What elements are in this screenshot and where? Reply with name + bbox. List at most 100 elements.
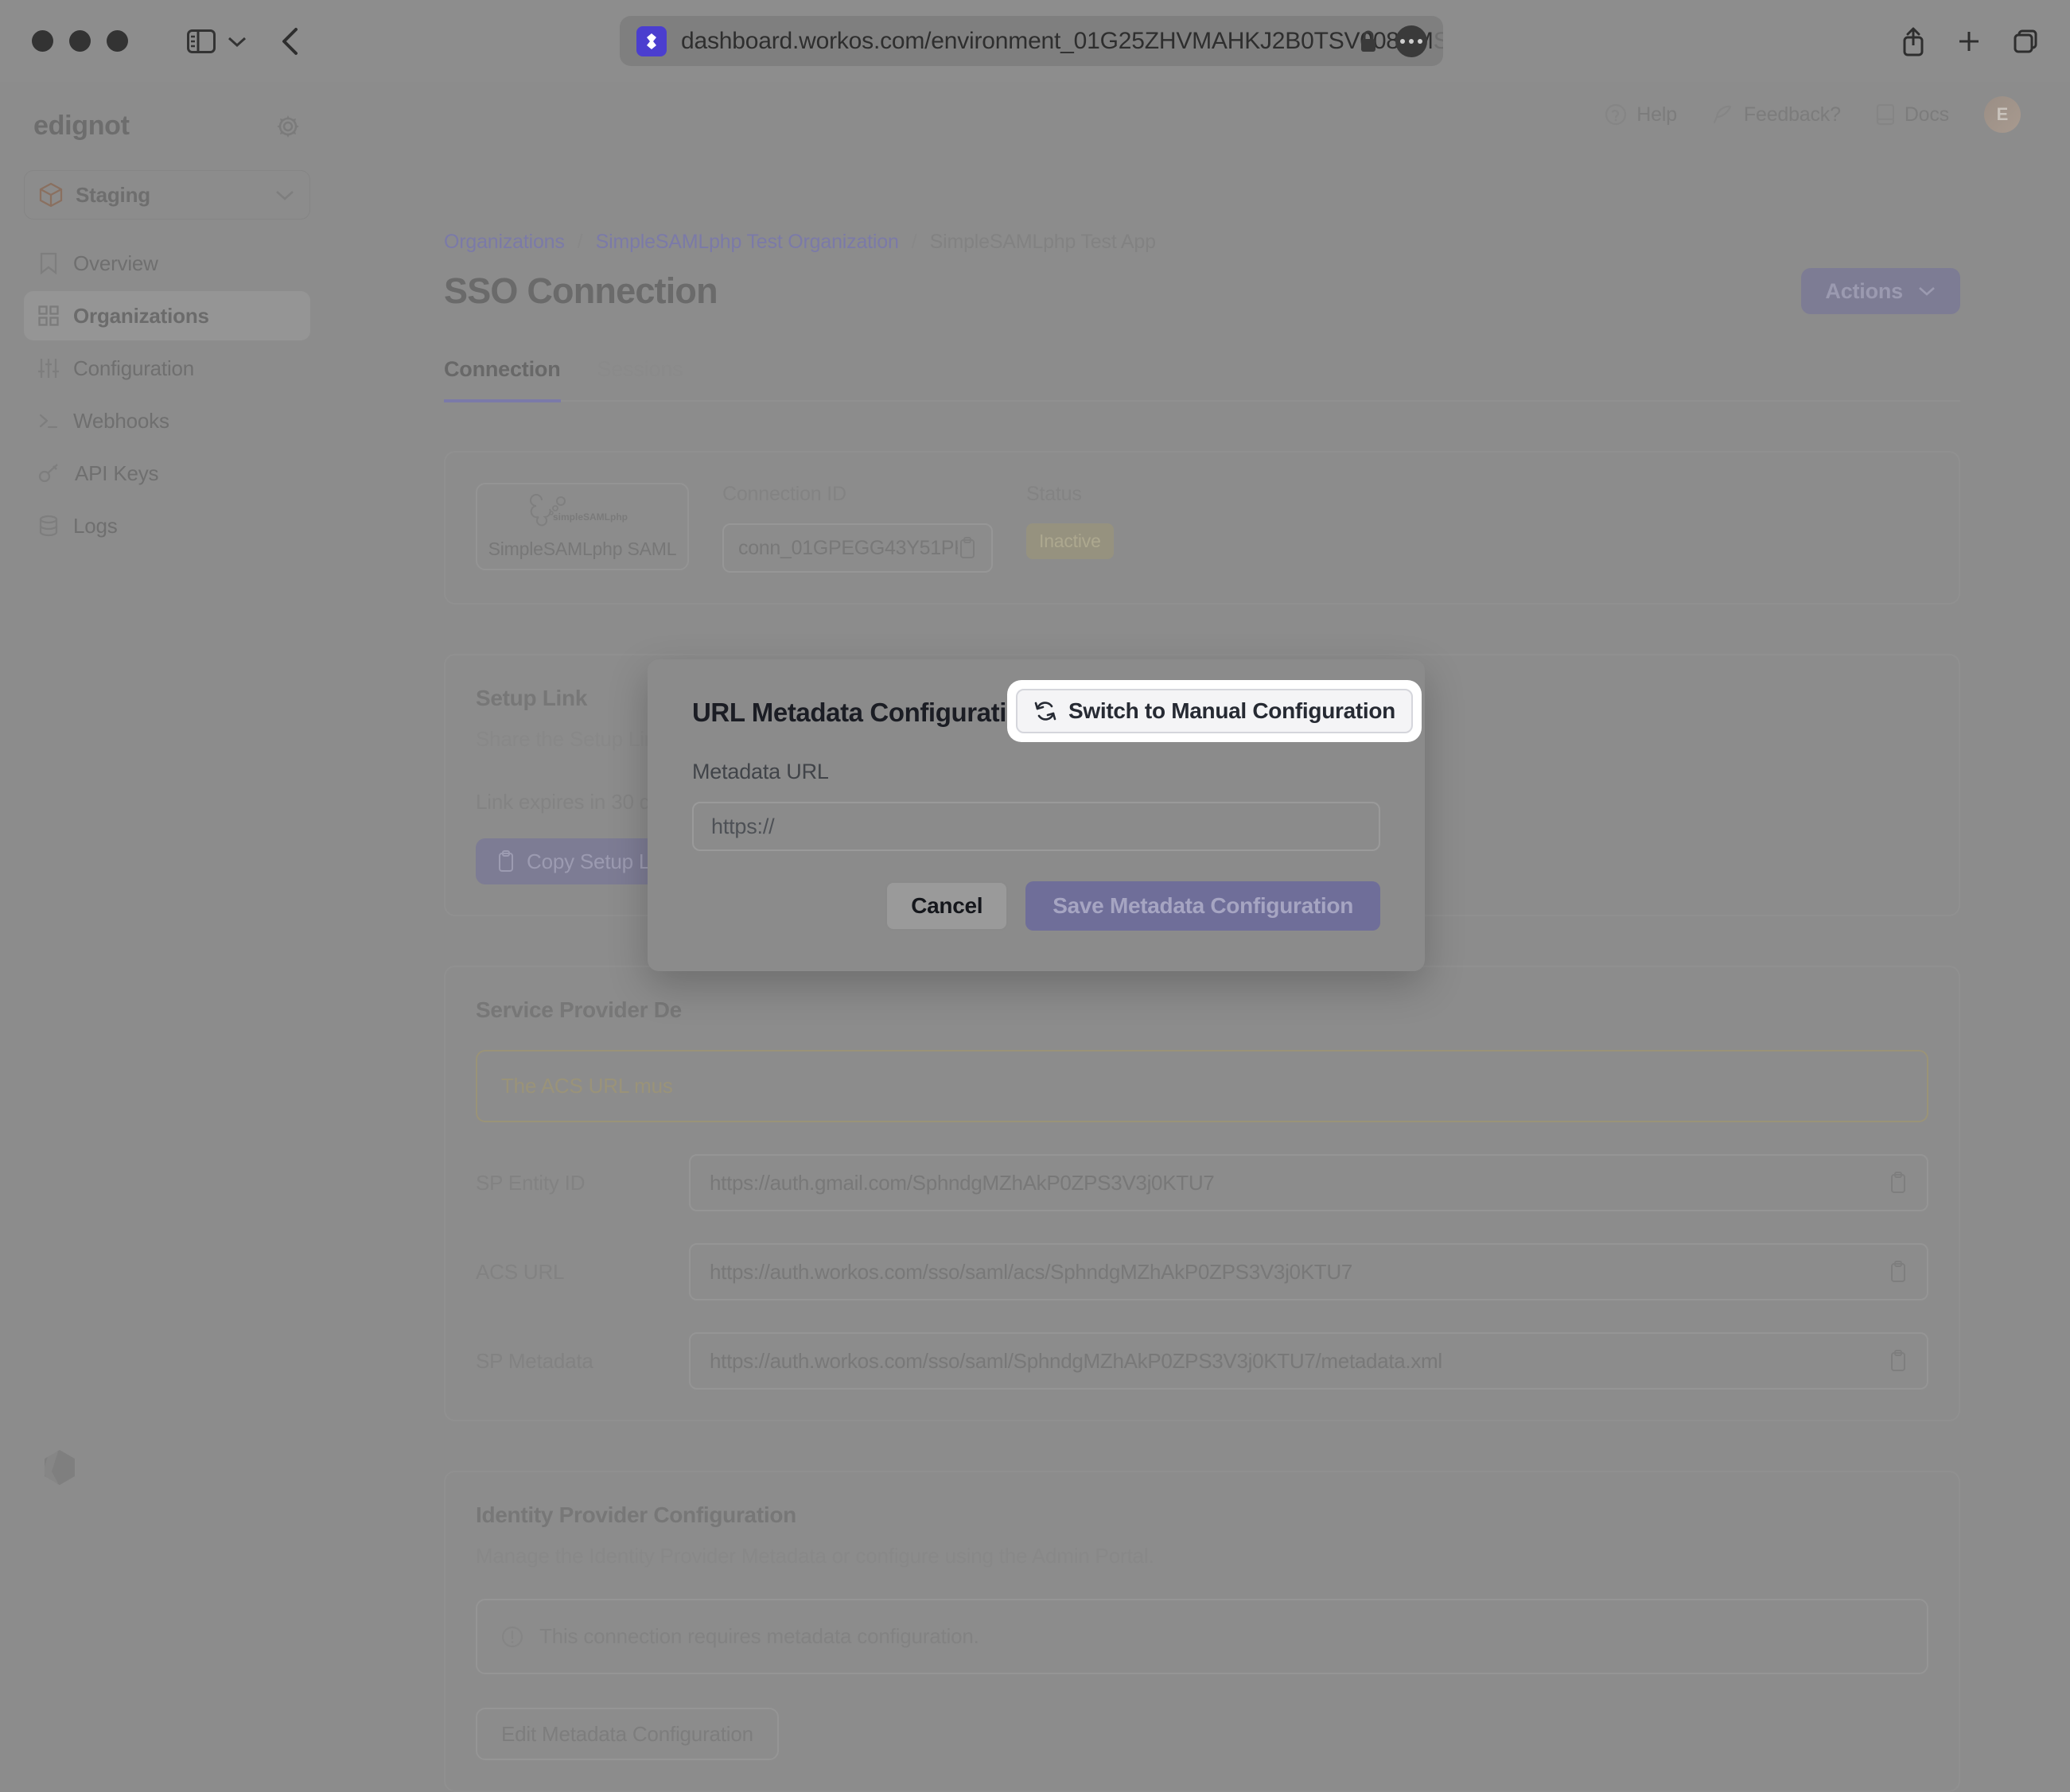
clipboard-icon	[496, 850, 516, 873]
sidebar-item-label: Configuration	[73, 356, 194, 381]
sidebar-item-label: Overview	[73, 251, 158, 276]
sidebar-item-overview[interactable]: Overview	[24, 239, 310, 288]
browser-right-controls	[1901, 26, 2038, 56]
back-arrow-icon[interactable]	[281, 27, 300, 56]
cancel-button[interactable]: Cancel	[885, 881, 1008, 931]
chevron-down-icon	[274, 189, 295, 201]
status-badge: Inactive	[1026, 523, 1114, 559]
lock-icon	[1359, 29, 1378, 53]
status-label: Status	[1026, 483, 1114, 506]
page-title: SSO Connection	[444, 270, 718, 312]
switch-to-manual-highlight: Switch to Manual Configuration	[1007, 680, 1422, 742]
breadcrumb-organization[interactable]: SimpleSAMLphp Test Organization	[596, 231, 899, 254]
modal-header: URL Metadata Configuration Switch to Man…	[648, 659, 1425, 728]
page-title-row: SSO Connection Actions	[444, 268, 1960, 314]
address-bar-controls	[1359, 25, 1427, 57]
switch-to-manual-configuration-button[interactable]: Switch to Manual Configuration	[1016, 689, 1413, 733]
connection-summary-card: simpleSAMLphp SimpleSAMLphp SAML Connect…	[444, 451, 1960, 604]
sidebar-toggle-icon[interactable]	[187, 29, 216, 53]
url-metadata-configuration-modal: URL Metadata Configuration Switch to Man…	[648, 659, 1425, 971]
grid-icon	[38, 305, 59, 326]
connection-summary-row: simpleSAMLphp SimpleSAMLphp SAML Connect…	[476, 483, 1928, 573]
terminal-icon	[38, 410, 59, 431]
clipboard-icon[interactable]	[958, 537, 977, 559]
actions-button[interactable]: Actions	[1801, 268, 1960, 314]
key-icon	[38, 463, 60, 484]
environment-selector[interactable]: Staging	[24, 170, 310, 220]
cancel-label: Cancel	[911, 893, 982, 919]
share-icon[interactable]	[1901, 26, 1925, 56]
acs-url-field[interactable]: https://auth.workos.com/sso/saml/acs/Sph…	[689, 1243, 1928, 1300]
minimize-button[interactable]	[69, 30, 91, 52]
identity-provider-title: Identity Provider Configuration	[476, 1502, 1928, 1528]
svg-text:simpleSAMLphp: simpleSAMLphp	[553, 511, 628, 523]
sp-metadata-field[interactable]: https://auth.workos.com/sso/saml/SphndgM…	[689, 1332, 1928, 1390]
service-provider-title: Service Provider De	[476, 997, 1928, 1023]
avatar[interactable]: E	[1984, 96, 2021, 133]
tabs-icon[interactable]	[2013, 29, 2038, 54]
breadcrumb-organizations[interactable]: Organizations	[444, 231, 565, 254]
sp-metadata-row: SP Metadata https://auth.workos.com/sso/…	[476, 1332, 1928, 1390]
sidebar-item-label: API Keys	[75, 461, 158, 486]
sp-entity-id-row: SP Entity ID https://auth.gmail.com/Sphn…	[476, 1154, 1928, 1211]
maximize-button[interactable]	[107, 30, 128, 52]
sidebar-item-logs[interactable]: Logs	[24, 501, 310, 550]
sidebar-item-webhooks[interactable]: Webhooks	[24, 396, 310, 445]
metadata-required-alert: This connection requires metadata config…	[476, 1599, 1928, 1674]
save-metadata-configuration-label: Save Metadata Configuration	[1053, 893, 1353, 919]
metadata-required-text: This connection requires metadata config…	[539, 1624, 979, 1649]
modal-actions: Cancel Save Metadata Configuration	[648, 881, 1380, 931]
connection-id-value: conn_01GPEGG43Y51PK	[738, 537, 958, 560]
info-circle-icon	[501, 1626, 523, 1648]
sidebar-item-api-keys[interactable]: API Keys	[24, 449, 310, 498]
service-provider-card: Service Provider De The ACS URL mus SP E…	[444, 966, 1960, 1421]
edit-metadata-configuration-button[interactable]: Edit Metadata Configuration	[476, 1708, 779, 1760]
clipboard-icon[interactable]	[1889, 1261, 1908, 1283]
sidebar-item-label: Webhooks	[73, 409, 169, 433]
sidebar-nav: Overview Organizations	[24, 239, 310, 550]
more-options-icon[interactable]	[1395, 25, 1427, 57]
chevron-down-icon	[1917, 286, 1936, 297]
actions-label: Actions	[1825, 279, 1903, 304]
sidebar-header: edignot	[24, 99, 310, 142]
identity-provider-card: Identity Provider Configuration Manage t…	[444, 1471, 1960, 1792]
metadata-url-label: Metadata URL	[692, 760, 1425, 784]
bookmark-icon	[38, 252, 59, 274]
simplesamlphp-logo: simpleSAMLphp	[523, 494, 642, 535]
tab-bar: Connection Sessions	[444, 357, 1960, 402]
sp-metadata-value: https://auth.workos.com/sso/saml/SphndgM…	[710, 1349, 1442, 1374]
status-block: Status Inactive	[1026, 483, 1114, 559]
connection-id-field[interactable]: conn_01GPEGG43Y51PK	[722, 523, 993, 573]
metadata-url-input[interactable]: https://	[692, 802, 1380, 851]
clipboard-icon[interactable]	[1889, 1350, 1908, 1372]
sidebar-item-label: Organizations	[73, 304, 209, 328]
switch-to-manual-configuration-label: Switch to Manual Configuration	[1068, 698, 1395, 724]
workos-hexagon-logo	[33, 1445, 86, 1498]
acs-url-alert: The ACS URL mus	[476, 1050, 1928, 1122]
copy-setup-link-label: Copy Setup Lin	[527, 849, 666, 874]
gear-icon[interactable]	[275, 114, 301, 139]
brand-name: edignot	[33, 111, 130, 142]
sidebar-item-label: Logs	[73, 514, 118, 538]
sidebar-item-organizations[interactable]: Organizations	[24, 291, 310, 340]
plus-icon[interactable]	[1957, 29, 1981, 53]
save-metadata-configuration-button[interactable]: Save Metadata Configuration	[1025, 881, 1380, 931]
clipboard-icon[interactable]	[1889, 1172, 1908, 1194]
sliders-icon	[38, 358, 59, 379]
metadata-url-placeholder: https://	[711, 814, 774, 839]
database-icon	[38, 515, 59, 537]
address-bar[interactable]: dashboard.workos.com/environment_01G25ZH…	[620, 16, 1443, 66]
identity-provider-subtitle: Manage the Identity Provider Metadata or…	[476, 1544, 1928, 1568]
edit-metadata-configuration-label: Edit Metadata Configuration	[501, 1722, 753, 1747]
sidebar-item-configuration[interactable]: Configuration	[24, 344, 310, 393]
refresh-switch-icon	[1033, 699, 1057, 723]
sp-entity-id-field[interactable]: https://auth.gmail.com/SphndgMZhAkP0ZPS3…	[689, 1154, 1928, 1211]
close-button[interactable]	[32, 30, 53, 52]
sidebar-dropdown-icon[interactable]	[227, 35, 247, 48]
tab-connection[interactable]: Connection	[444, 357, 561, 402]
connection-id-label: Connection ID	[722, 483, 993, 506]
tab-sessions[interactable]: Sessions	[597, 357, 683, 400]
acs-url-row: ACS URL https://auth.workos.com/sso/saml…	[476, 1243, 1928, 1300]
breadcrumb-app: SimpleSAMLphp Test App	[930, 231, 1156, 254]
traffic-lights	[32, 30, 128, 52]
